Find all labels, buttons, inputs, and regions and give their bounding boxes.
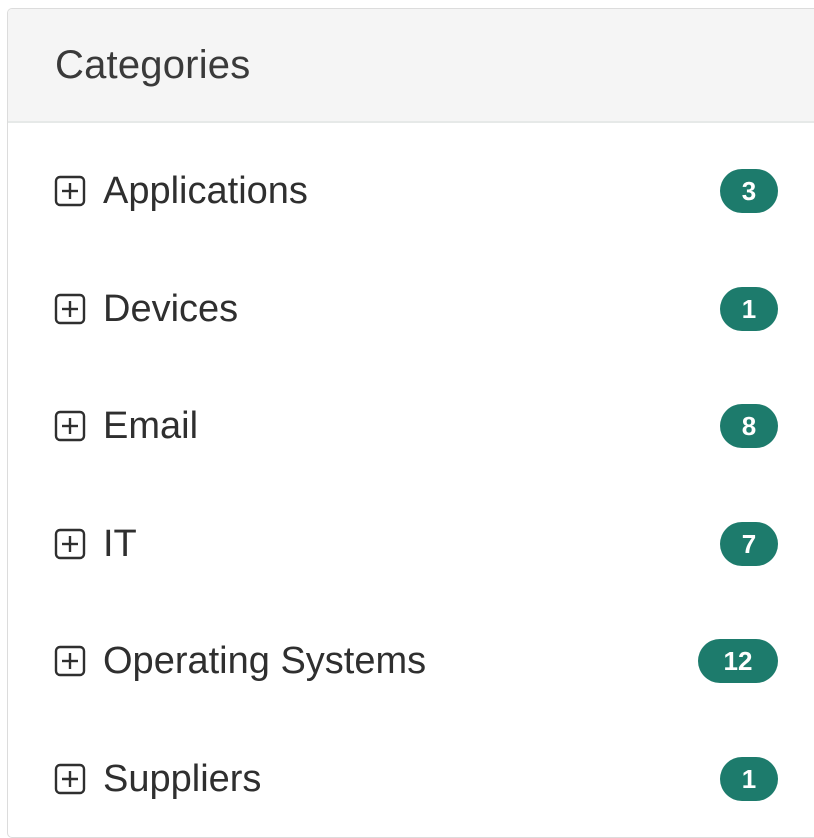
categories-panel: Categories Applications 3 Devices 1 Emai… xyxy=(7,8,814,838)
category-item-applications[interactable]: Applications 3 xyxy=(8,151,814,231)
expand-plus-icon[interactable] xyxy=(54,645,86,677)
expand-plus-icon[interactable] xyxy=(54,175,86,207)
category-label: Applications xyxy=(103,170,308,212)
count-badge: 7 xyxy=(720,522,778,566)
count-badge: 8 xyxy=(720,404,778,448)
category-label: Suppliers xyxy=(103,758,262,800)
expand-plus-icon[interactable] xyxy=(54,763,86,795)
category-item-suppliers[interactable]: Suppliers 1 xyxy=(8,739,814,819)
category-item-devices[interactable]: Devices 1 xyxy=(8,269,814,349)
category-item-it[interactable]: IT 7 xyxy=(8,504,814,584)
expand-plus-icon[interactable] xyxy=(54,528,86,560)
count-badge: 1 xyxy=(720,757,778,801)
category-label: IT xyxy=(103,523,137,565)
category-label: Email xyxy=(103,405,199,447)
category-label: Devices xyxy=(103,288,239,330)
expand-plus-icon[interactable] xyxy=(54,410,86,442)
expand-plus-icon[interactable] xyxy=(54,293,86,325)
count-badge: 12 xyxy=(698,639,778,683)
category-label: Operating Systems xyxy=(103,640,427,682)
panel-title: Categories xyxy=(55,42,251,87)
count-badge: 1 xyxy=(720,287,778,331)
category-item-operating-systems[interactable]: Operating Systems 12 xyxy=(8,621,814,701)
panel-header: Categories xyxy=(8,9,814,123)
count-badge: 3 xyxy=(720,169,778,213)
category-item-email[interactable]: Email 8 xyxy=(8,386,814,466)
